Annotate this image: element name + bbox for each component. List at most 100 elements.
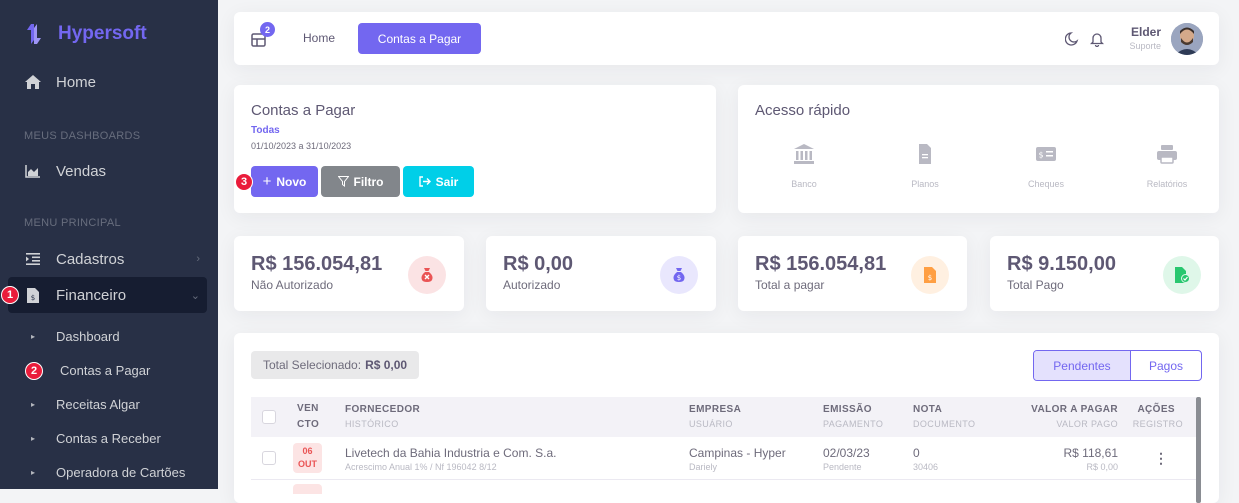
total-selected-box: Total Selecionado: R$ 0,00 xyxy=(251,351,420,379)
chevron-right-icon: › xyxy=(196,253,200,265)
due-date-badge: 06 OUT xyxy=(293,443,322,473)
sidebar-subitem-contas-a-receber[interactable]: ▸ Contas a Receber xyxy=(0,423,218,453)
stat-value: R$ 156.054,81 xyxy=(251,253,383,275)
cell-pagamento: Pendente xyxy=(823,462,862,472)
col-historico: HISTÓRICO xyxy=(345,419,399,429)
col-documento: DOCUMENTO xyxy=(913,419,976,429)
quick-relatorios[interactable]: Relatórios xyxy=(1127,143,1207,189)
novo-button[interactable]: + Novo xyxy=(251,166,318,197)
file-invoice-dollar-icon: $ xyxy=(24,287,42,303)
topbar-active-tab[interactable]: Contas a Pagar xyxy=(358,23,481,54)
sair-button[interactable]: Sair xyxy=(403,166,474,197)
print-icon xyxy=(1157,145,1177,164)
sidebar-item-financeiro[interactable]: $ Financeiro ⌄ xyxy=(0,277,218,313)
sidebar-subitem-label: Dashboard xyxy=(56,328,120,344)
stat-value: R$ 0,00 xyxy=(503,253,574,275)
sidebar-item-label: Vendas xyxy=(56,162,107,180)
col-valor-pagar[interactable]: VALOR A PAGAR xyxy=(1031,404,1118,415)
bullet-icon: ▸ xyxy=(31,467,36,477)
quick-banco[interactable]: Banco xyxy=(764,143,844,189)
col-emissao[interactable]: EMISSÃO xyxy=(823,404,872,415)
quick-cheques[interactable]: $ Cheques xyxy=(1006,143,1086,189)
sidebar-item-home[interactable]: Home xyxy=(0,64,218,100)
list-indent-icon xyxy=(24,253,42,265)
hypersoft-logo-icon xyxy=(27,24,41,44)
table-scrollbar[interactable] xyxy=(1196,397,1201,503)
sidebar-item-vendas[interactable]: Vendas xyxy=(0,153,218,189)
col-acoes: AÇÕES xyxy=(1137,404,1175,415)
step-badge-2: 2 xyxy=(25,362,43,380)
quick-label: Banco xyxy=(791,179,817,189)
col-fornecedor[interactable]: FORNECEDOR xyxy=(345,404,420,415)
bullet-icon: ▸ xyxy=(31,399,36,409)
bank-icon xyxy=(794,144,814,164)
stat-value: R$ 156.054,81 xyxy=(755,253,887,275)
stat-card-total-pago: R$ 9.150,00 Total Pago xyxy=(990,236,1219,311)
file-icon xyxy=(919,144,931,164)
due-date-badge xyxy=(293,484,322,494)
area-chart-icon xyxy=(24,164,42,178)
moon-icon[interactable] xyxy=(1065,32,1079,46)
file-check-icon xyxy=(1163,256,1201,294)
topbar-home-link[interactable]: Home xyxy=(303,31,335,45)
sidebar-subitem-operadora-cartoes[interactable]: ▸ Operadora de Cartões xyxy=(0,457,218,487)
money-bag-icon: $ xyxy=(660,256,698,294)
bell-icon[interactable] xyxy=(1090,31,1104,47)
col-empresa[interactable]: EMPRESA xyxy=(689,404,741,415)
user-avatar-icon xyxy=(1171,23,1203,55)
sidebar-subitem-label: Operadora de Cartões xyxy=(56,464,186,480)
topbar: 2 Home Contas a Pagar Elder Suporte xyxy=(234,12,1219,65)
cell-documento: 30406 xyxy=(913,462,939,472)
col-usuario: USUÁRIO xyxy=(689,419,733,429)
money-check-icon: $ xyxy=(1036,147,1056,161)
col-pagamento: PAGAMENTO xyxy=(823,419,884,429)
sidebar-subitem-label: Contas a Pagar xyxy=(60,362,151,378)
user-name[interactable]: Elder xyxy=(1131,25,1161,39)
sidebar-item-cadastros[interactable]: Cadastros › xyxy=(0,241,218,277)
sidebar-item-label: Cadastros xyxy=(56,250,125,268)
col-valor-pago: VALOR PAGO xyxy=(1056,419,1118,429)
stat-label: Autorizado xyxy=(503,278,561,292)
step-badge-1: 1 xyxy=(1,286,19,304)
due-month: OUT xyxy=(298,459,317,469)
stat-value: R$ 9.150,00 xyxy=(1007,253,1116,275)
svg-text:$: $ xyxy=(1038,151,1043,160)
sidebar-item-label: Financeiro xyxy=(56,286,127,304)
total-selected-label: Total Selecionado: xyxy=(263,358,362,372)
table-header xyxy=(251,397,1196,437)
stat-card-total-a-pagar: R$ 156.054,81 Total a pagar $ xyxy=(738,236,967,311)
section-dashboards: MEUS DASHBOARDS xyxy=(24,130,141,142)
stat-card-nao-autorizado: R$ 156.054,81 Não Autorizado xyxy=(234,236,464,311)
brand-name: Hypersoft xyxy=(58,23,147,44)
col-venc-2: CTO xyxy=(297,419,320,430)
period-label: 01/10/2023 a 31/10/2023 xyxy=(251,141,352,151)
filtro-button[interactable]: Filtro xyxy=(321,166,400,197)
col-venc-1: VEN xyxy=(297,403,319,414)
stat-label: Não Autorizado xyxy=(251,278,334,292)
brand[interactable]: Hypersoft xyxy=(22,22,147,46)
sidebar-subitem-dashboard[interactable]: ▸ Dashboard xyxy=(0,321,218,351)
cell-fornecedor: Livetech da Bahia Industria e Com. S.a. xyxy=(345,446,557,460)
tab-pendentes[interactable]: Pendentes xyxy=(1034,351,1131,380)
due-day: 06 xyxy=(302,446,313,456)
quick-label: Cheques xyxy=(1027,179,1065,189)
tab-pagos[interactable]: Pagos xyxy=(1131,351,1201,380)
sidebar-subitem-receitas-algar[interactable]: ▸ Receitas Algar xyxy=(0,389,218,419)
bullet-icon: ▸ xyxy=(31,331,36,341)
grid-menu-button[interactable]: 2 xyxy=(251,22,275,52)
sidebar-subitem-label: Contas a Receber xyxy=(56,430,161,446)
quick-label: Planos xyxy=(911,179,939,189)
more-vertical-icon[interactable]: ⋮ xyxy=(1154,450,1168,467)
select-all-checkbox[interactable] xyxy=(262,410,276,424)
svg-text:$: $ xyxy=(31,294,35,302)
stat-card-autorizado: R$ 0,00 Autorizado $ xyxy=(486,236,716,311)
quick-planos[interactable]: Planos xyxy=(885,143,965,189)
svg-text:$: $ xyxy=(677,274,681,282)
row-checkbox[interactable] xyxy=(262,451,276,465)
novo-label: Novo xyxy=(276,174,307,189)
step-badge-3: 3 xyxy=(235,173,253,191)
table-card: Total Selecionado: R$ 0,00 Pendentes Pag… xyxy=(234,333,1219,503)
avatar[interactable] xyxy=(1171,23,1203,55)
svg-text:$: $ xyxy=(928,274,932,282)
col-nota[interactable]: NOTA xyxy=(913,404,942,415)
